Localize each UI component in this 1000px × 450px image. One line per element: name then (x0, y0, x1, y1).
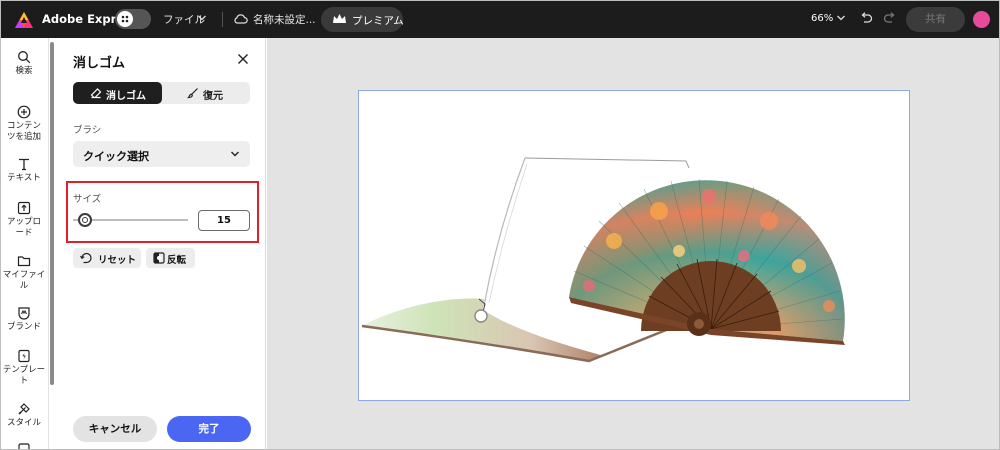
brush-value: クイック選択 (83, 150, 149, 163)
zoom-level[interactable]: 66% (811, 13, 833, 24)
rail-label: アップロ ード (6, 217, 41, 238)
done-button[interactable]: 完了 (167, 416, 251, 442)
rail-item-templates[interactable]: テンプレー ト (1, 349, 47, 387)
invert-label: 反転 (167, 255, 187, 266)
brush-icon (187, 88, 198, 99)
app-window: Adobe Express ファイル 名称未設定... プレミアム 66% 共有… (0, 0, 1000, 450)
toggle-knob (117, 11, 133, 27)
size-slider-thumb[interactable] (78, 213, 92, 227)
more-icon (18, 443, 30, 449)
brand-icon (18, 307, 30, 320)
eraser-cursor (474, 309, 488, 323)
invert-button[interactable]: 反転 (146, 248, 195, 268)
avatar[interactable] (973, 11, 990, 28)
mode-segmented-control: 消しゴム 復元 (73, 82, 250, 104)
eraser-icon (90, 88, 102, 99)
rail-item-text[interactable]: テキスト (1, 157, 47, 184)
restore-mode-label: 復元 (203, 91, 223, 102)
rail-item-search[interactable]: 検索 (1, 50, 47, 77)
document-name[interactable]: 名称未設定... (253, 12, 316, 27)
top-bar: Adobe Express ファイル 名称未設定... プレミアム 66% 共有 (1, 1, 999, 38)
text-icon (19, 158, 29, 171)
rail-item-add-content[interactable]: コンテン ツを追加 (1, 105, 47, 143)
zoom-chevron-down-icon[interactable] (836, 13, 846, 23)
chevron-down-icon (231, 151, 239, 157)
rail-label: スタイル (6, 418, 41, 428)
erase-mode-button[interactable]: 消しゴム (73, 82, 162, 104)
restore-mode-button[interactable]: 復元 (162, 82, 250, 104)
rail-label: 検索 (15, 66, 33, 76)
adobe-express-logo-icon[interactable] (14, 11, 34, 29)
rail-label: テンプレー ト (2, 365, 46, 386)
apps-icon (121, 15, 129, 23)
share-button[interactable]: 共有 (906, 7, 965, 32)
rail-label: ブランド (6, 322, 41, 332)
rail-label: コンテン ツを追加 (6, 121, 41, 142)
search-icon (18, 51, 31, 64)
rail-item-my-files[interactable]: マイファイ ル (1, 254, 47, 292)
close-icon[interactable] (237, 53, 249, 65)
folder-icon (17, 256, 31, 267)
upload-icon (17, 201, 31, 215)
eraser-panel: 消しゴム 消しゴム 復元 ブラシ クイック選択 サイズ 15 リセット 反転 キ… (56, 38, 266, 449)
rail-label: マイファイ ル (2, 270, 46, 291)
laptop-edge (488, 163, 528, 304)
rail-item-more[interactable] (1, 442, 47, 449)
size-input[interactable]: 15 (198, 210, 250, 231)
cloud-icon (234, 14, 248, 24)
artboard[interactable] (358, 90, 910, 401)
reset-button[interactable]: リセット (73, 248, 141, 268)
plus-circle-icon (17, 105, 31, 119)
size-label: サイズ (73, 194, 102, 205)
cancel-button[interactable]: キャンセル (73, 416, 157, 442)
mode-toggle[interactable] (115, 9, 151, 29)
laptop-edge (524, 157, 690, 169)
style-icon (18, 403, 30, 415)
reset-label: リセット (98, 255, 137, 266)
brush-dropdown[interactable]: クイック選択 (73, 141, 250, 167)
left-rail: 検索 コンテン ツを追加 テキスト アップロ ード マイファイ ル ブランド テ… (1, 38, 49, 449)
invert-icon (153, 252, 165, 264)
redo-icon[interactable] (882, 11, 897, 26)
rail-item-styles[interactable]: スタイル (1, 402, 47, 429)
panel-title: 消しゴム (73, 56, 126, 71)
rail-item-brand[interactable]: ブランド (1, 306, 47, 333)
laptop-edge (483, 157, 526, 307)
crown-icon (333, 14, 346, 23)
rail-scrollbar[interactable] (50, 42, 54, 385)
premium-button[interactable]: プレミアム (321, 7, 404, 32)
brush-label: ブラシ (73, 125, 102, 136)
erase-mode-label: 消しゴム (106, 91, 146, 102)
chevron-down-icon[interactable] (197, 13, 207, 23)
premium-label: プレミアム (352, 15, 404, 27)
undo-icon[interactable] (859, 11, 874, 26)
template-icon (18, 349, 30, 363)
fan-pivot-center (694, 319, 704, 329)
reset-icon (80, 252, 92, 264)
rail-label: テキスト (7, 173, 41, 183)
rail-item-upload[interactable]: アップロ ード (1, 201, 47, 239)
canvas-image[interactable] (359, 91, 911, 402)
divider (222, 12, 223, 27)
